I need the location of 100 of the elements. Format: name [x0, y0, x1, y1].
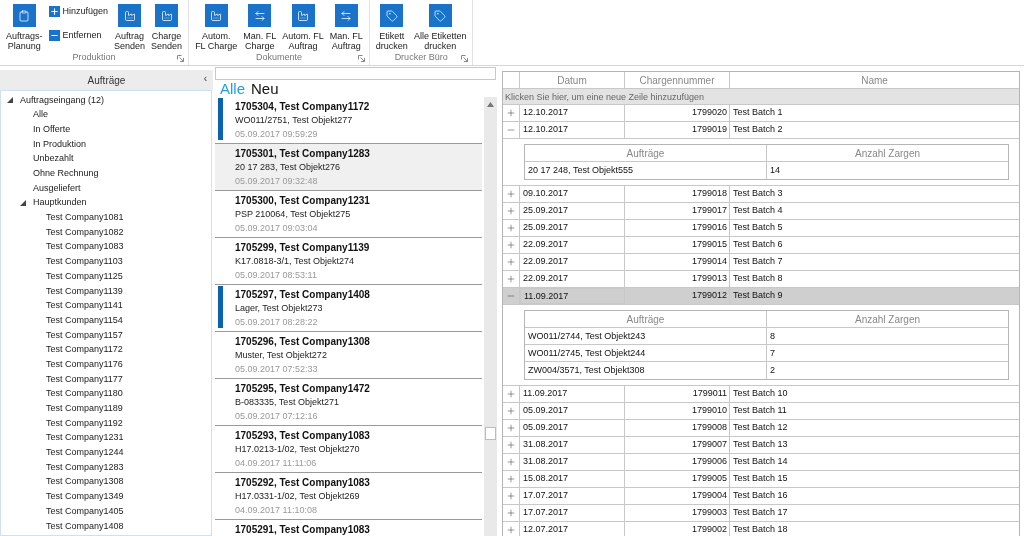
scrollbar[interactable] — [484, 97, 497, 536]
table-row[interactable]: 31.08.2017 1799007 Test Batch 13 — [503, 437, 1019, 454]
search-field[interactable] — [215, 67, 496, 80]
tree-item[interactable]: Test Company1103 — [46, 255, 123, 269]
table-cell: 1799017 — [625, 203, 730, 219]
ribbon-button[interactable]: Etikett drucken — [373, 0, 410, 52]
tree-item[interactable]: Alle — [33, 108, 48, 122]
scroll-thumb[interactable] — [485, 427, 496, 440]
tree-item[interactable]: Test Company1081 — [46, 211, 124, 225]
tree-item[interactable]: Test Company1231 — [46, 431, 124, 445]
order-title: 1705291, Test Company1083 — [235, 523, 370, 536]
table-row[interactable]: 17.07.2017 1799003 Test Batch 17 — [503, 505, 1019, 522]
ribbon-button[interactable]: Man. FL Charge — [241, 0, 279, 52]
tree-item[interactable]: Test Company1408 — [46, 519, 124, 534]
tree-item[interactable]: Ausgeliefert — [33, 181, 81, 196]
ribbon-small-button[interactable]: Entfernen — [48, 28, 109, 42]
table-row[interactable]: 12.10.2017 1799019 Test Batch 2 — [503, 122, 1019, 139]
table-cell: 05.09.2017 — [520, 403, 625, 419]
tree-item[interactable]: Unbezahlt — [33, 152, 74, 166]
tree-item[interactable]: Test Company1154 — [46, 313, 123, 328]
table-cell-text: Test Batch 11 — [732, 404, 788, 417]
tree-item[interactable]: Test Company1283 — [46, 460, 124, 475]
order-card[interactable]: 1705304, Test Company1172 WO011/2751, Test Objekt277 05.09.2017 09:59:29 — [215, 97, 482, 144]
tree-item[interactable]: Test Company1172 — [46, 343, 123, 357]
clipboard-icon — [12, 4, 36, 27]
tree-item[interactable]: Test Company1083 — [46, 240, 124, 254]
tree-item[interactable]: Auftragseingang (12) — [20, 93, 105, 108]
table-cell: 1799019 — [625, 122, 730, 138]
table-row[interactable]: 09.10.2017 1799018 Test Batch 3 — [503, 186, 1019, 203]
tree-item[interactable]: Test Company1157 — [46, 328, 123, 343]
tree-item[interactable]: Test Company1177 — [46, 372, 123, 387]
table-cell: 1799013 — [625, 271, 730, 287]
new-row-hint[interactable]: Klicken Sie hier, um eine neue Zeile hinzuzufügen — [503, 89, 1019, 105]
arrows-icon — [334, 4, 358, 27]
order-card[interactable]: 1705297, Test Company1408 Lager, Test Objekt273 05.09.2017 08:28:22 — [215, 285, 482, 332]
table-cell-text: Test Batch 7 — [732, 255, 784, 268]
table-row[interactable]: 22.09.2017 1799015 Test Batch 6 — [503, 237, 1019, 254]
tree-item[interactable]: Hauptkunden — [33, 196, 87, 210]
table-cell-text: Test Batch 5 — [732, 221, 784, 234]
table-row[interactable]: 17.07.2017 1799004 Test Batch 16 — [503, 488, 1019, 505]
column-header[interactable]: Datum — [520, 72, 625, 88]
column-header[interactable]: Chargennummer — [625, 72, 730, 88]
dialog-launcher-icon[interactable] — [177, 55, 185, 62]
plus-icon — [48, 6, 60, 18]
table-row[interactable]: 31.08.2017 1799006 Test Batch 14 — [503, 454, 1019, 471]
expanded-triangle-icon[interactable] — [20, 199, 28, 208]
tree-item[interactable]: Test Company1192 — [46, 416, 123, 431]
tree-item[interactable]: Test Company1405 — [46, 504, 124, 519]
order-timestamp: 05.09.2017 08:53:11 — [235, 269, 318, 282]
ribbon-button[interactable]: Alle Etiketten drucken — [411, 0, 469, 52]
order-title: 1705301, Test Company1283 — [235, 147, 370, 161]
table-row[interactable]: 12.10.2017 1799020 Test Batch 1 — [503, 105, 1019, 122]
column-header[interactable]: Aufträge — [525, 311, 767, 327]
column-header[interactable]: Aufträge — [525, 145, 767, 161]
ribbon-button[interactable]: Man. FL Auftrag — [327, 0, 365, 52]
table-row[interactable]: 11.09.2017 1799012 Test Batch 9 — [503, 288, 1019, 305]
tree-item[interactable]: Test Company1308 — [46, 475, 124, 489]
table-cell: 25.09.2017 — [520, 220, 625, 236]
tree-item[interactable]: Test Company1176 — [46, 357, 123, 372]
table-row[interactable]: 22.09.2017 1799013 Test Batch 8 — [503, 271, 1019, 288]
table-row[interactable]: 15.08.2017 1799005 Test Batch 15 — [503, 471, 1019, 488]
column-header[interactable]: Name — [730, 72, 1019, 88]
column-header[interactable]: Anzahl Zargen — [767, 145, 1008, 161]
ribbon-button[interactable]: Auftrags- Planung — [4, 0, 45, 52]
tree-item[interactable]: In Produktion — [33, 137, 87, 152]
table-row[interactable]: 25.09.2017 1799017 Test Batch 4 — [503, 203, 1019, 220]
table-row[interactable]: 11.09.2017 1799011 Test Batch 10 — [503, 386, 1019, 403]
collapse-button[interactable]: ‹ — [203, 73, 207, 85]
ribbon-button[interactable]: Charge Senden — [149, 0, 185, 52]
tree-item[interactable]: Test Company1125 — [46, 269, 123, 284]
table-cell: 1799006 — [625, 454, 730, 470]
order-card[interactable]: 1705301, Test Company1283 20 17 283, Test Objekt276 05.09.2017 09:32:48 — [215, 144, 482, 191]
ribbon-button[interactable]: Autom. FL Auftrag — [280, 0, 326, 52]
tag-icon — [380, 4, 404, 27]
tree-item[interactable]: Test Company1180 — [46, 387, 123, 401]
column-header[interactable]: Anzahl Zargen — [767, 311, 1008, 327]
tree-item[interactable]: Test Company1139 — [46, 284, 123, 299]
ribbon-button[interactable]: Autom. FL Charge — [193, 0, 240, 52]
tree-item[interactable]: Test Company1244 — [46, 446, 124, 460]
tree-item[interactable]: Test Company1141 — [46, 299, 123, 313]
scroll-up-icon[interactable] — [487, 102, 494, 107]
order-title: 1705297, Test Company1408 — [235, 288, 370, 302]
tree-item[interactable]: Test Company1189 — [46, 402, 123, 416]
tree-item[interactable]: Test Company1349 — [46, 490, 124, 504]
table-row[interactable]: 05.09.2017 1799008 Test Batch 12 — [503, 420, 1019, 437]
tree-item[interactable]: Ohne Rechnung — [33, 167, 99, 181]
filter-tab[interactable]: Neu — [251, 80, 279, 97]
ribbon-button[interactable]: Auftrag Senden — [112, 0, 148, 52]
ribbon-small-button[interactable]: Hinzufügen — [48, 5, 109, 19]
dialog-launcher-icon[interactable] — [357, 55, 365, 62]
table-cell-text: 8 — [769, 330, 776, 343]
table-cell: 1799014 — [625, 254, 730, 270]
tree-item[interactable]: In Offerte — [33, 122, 71, 137]
table-cell: 1799008 — [625, 420, 730, 436]
table-row[interactable]: 25.09.2017 1799016 Test Batch 5 — [503, 220, 1019, 237]
expanded-triangle-icon[interactable] — [7, 96, 15, 105]
tree-item[interactable]: Test Company1082 — [46, 225, 124, 240]
table-row[interactable]: 05.09.2017 1799010 Test Batch 11 — [503, 403, 1019, 420]
dialog-launcher-icon[interactable] — [461, 55, 469, 62]
table-row[interactable]: 22.09.2017 1799014 Test Batch 7 — [503, 254, 1019, 271]
